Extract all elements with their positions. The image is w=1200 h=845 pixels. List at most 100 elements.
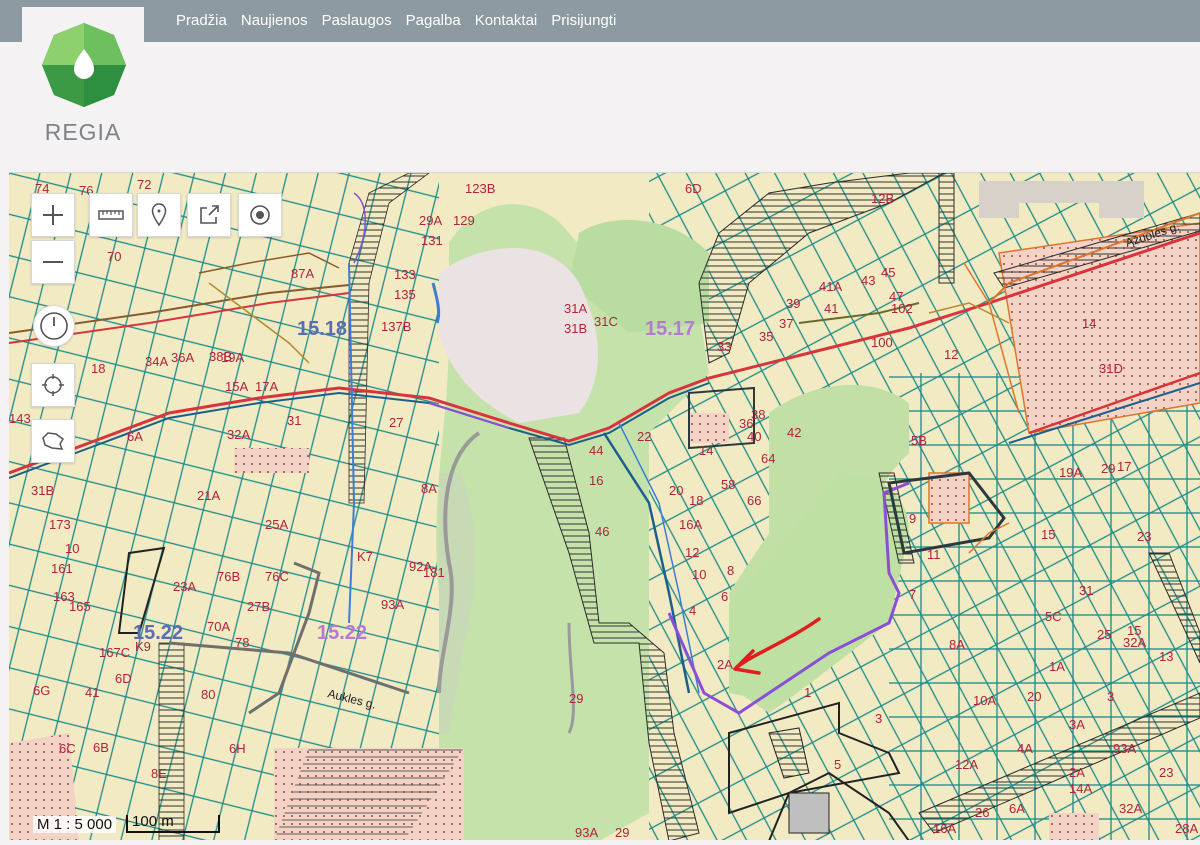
zoom-in-button[interactable] <box>31 193 75 237</box>
parcel-label: 42 <box>787 425 801 440</box>
parcel-label: 22 <box>637 429 651 444</box>
minus-icon <box>43 261 63 263</box>
parcel-label: 123B <box>465 181 495 196</box>
parcel-label: 33 <box>717 339 731 354</box>
parcel-label: 29 <box>569 691 583 706</box>
parcel-label: 15 <box>1127 623 1141 638</box>
brand-name: REGIA <box>44 119 122 145</box>
parcel-label: 41A <box>819 279 842 294</box>
zoom-out-button[interactable] <box>31 240 75 284</box>
parcel-label: 7 <box>909 587 916 602</box>
nav-link-login[interactable]: Prisijungti <box>551 12 616 29</box>
parcel-label: 23 <box>1137 529 1151 544</box>
parcel-label: 78 <box>235 635 249 650</box>
parcel-label: 39 <box>786 296 800 311</box>
parcel-label: 6G <box>33 683 50 698</box>
parcel-label: 18 <box>91 361 105 376</box>
marker-button[interactable] <box>137 193 181 237</box>
parcel-label: 36A <box>171 350 194 365</box>
history-button[interactable] <box>33 305 75 347</box>
parcel-label: 9 <box>909 511 916 526</box>
ruler-icon <box>98 210 124 220</box>
parcel-label: 6B <box>93 740 109 755</box>
parcel-label: 25A <box>265 517 288 532</box>
parcel-label: 20 <box>669 483 683 498</box>
parcel-label: 87A <box>291 266 314 281</box>
parcel-label: 31D <box>1099 361 1123 376</box>
parcel-label: 21A <box>197 488 220 503</box>
parcel-label: 181 <box>423 565 445 580</box>
parcel-label: 64 <box>761 451 775 466</box>
locate-button[interactable] <box>238 193 282 237</box>
parcel-label: 173 <box>49 517 71 532</box>
nav-link-home[interactable]: Pradžia <box>176 12 227 29</box>
nav-link-help[interactable]: Pagalba <box>406 12 461 29</box>
top-navigation-bar: Pradžia Naujienos Paslaugos Pagalba Kont… <box>0 0 1200 42</box>
target-button[interactable] <box>31 363 75 407</box>
parcel-label: 25 <box>1097 627 1111 642</box>
parcel-label: 165 <box>69 599 91 614</box>
measure-button[interactable] <box>89 193 133 237</box>
parcel-label: 23 <box>1159 765 1173 780</box>
parcel-label: 32A <box>227 427 250 442</box>
parcel-label: 31A <box>564 301 587 316</box>
parcel-label: 31C <box>594 314 618 329</box>
parcel-label: 27 <box>389 415 403 430</box>
map-pin-icon <box>151 203 167 227</box>
nav-link-services[interactable]: Paslaugos <box>322 12 392 29</box>
select-area-button[interactable] <box>31 419 75 463</box>
parcel-label: 6D <box>115 671 132 686</box>
parcel-label: 1A <box>1049 659 1065 674</box>
parcel-label: 3A <box>1069 717 1085 732</box>
parcel-label: 58 <box>721 477 735 492</box>
parcel-label: 8E <box>151 766 167 781</box>
parcel-label: 8A <box>421 481 437 496</box>
parcel-label: 17A <box>255 379 278 394</box>
share-icon <box>200 205 219 224</box>
parcel-label: 12A <box>955 757 978 772</box>
parcel-label: 70 <box>107 249 121 264</box>
parcel-label: 14 <box>699 443 713 458</box>
share-button[interactable] <box>187 193 231 237</box>
parcel-label: 5 <box>834 757 841 772</box>
parcel-label: 135 <box>394 287 416 302</box>
parcel-label: 100 <box>871 335 893 350</box>
page-footer-strip <box>0 840 1200 845</box>
parcel-label: 38 <box>751 407 765 422</box>
crosshair-icon <box>42 374 64 396</box>
map-canvas: 74 76 72 70 87A 123B 129 29A 131 133 135… <box>9 173 1200 841</box>
parcel-label: 6A <box>1009 801 1025 816</box>
parcel-label: 93A <box>381 597 404 612</box>
parcel-label: 16 <box>589 473 603 488</box>
parcel-label: 15 <box>1041 527 1055 542</box>
parcel-label: 31 <box>1079 583 1093 598</box>
parcel-label: 45 <box>881 265 895 280</box>
zone-label: 15.22 <box>317 622 367 644</box>
main-nav: Pradžia Naujienos Paslaugos Pagalba Kont… <box>176 12 616 29</box>
parcel-label: 76C <box>265 569 289 584</box>
zone-label: 15.22 <box>133 622 183 644</box>
parcel-label: 29A <box>419 213 442 228</box>
parcel-label: 12 <box>685 545 699 560</box>
parcel-label: 10 <box>65 541 79 556</box>
parcel-label: 102 <box>891 301 913 316</box>
parcel-label: 4A <box>1017 741 1033 756</box>
parcel-label: 8 <box>727 563 734 578</box>
regia-logo[interactable]: REGIA <box>22 7 144 157</box>
parcel-label: 161 <box>51 561 73 576</box>
parcel-label: K7 <box>357 549 373 564</box>
parcel-label: 14A <box>1069 781 1092 796</box>
parcel-label: 31 <box>287 413 301 428</box>
radio-target-icon <box>250 205 270 225</box>
parcel-label: 72 <box>137 177 151 192</box>
parcel-label: 4 <box>689 603 696 618</box>
regia-logo-icon <box>42 23 126 107</box>
cadastral-map[interactable]: 74 76 72 70 87A 123B 129 29A 131 133 135… <box>9 172 1200 841</box>
parcel-label: 129 <box>453 213 475 228</box>
parcel-label: 8A <box>949 637 965 652</box>
nav-link-contacts[interactable]: Kontaktai <box>475 12 538 29</box>
parcel-label: 6H <box>229 741 246 756</box>
parcel-label: 2A <box>717 657 733 672</box>
parcel-label: 29 <box>1101 461 1115 476</box>
nav-link-news[interactable]: Naujienos <box>241 12 308 29</box>
